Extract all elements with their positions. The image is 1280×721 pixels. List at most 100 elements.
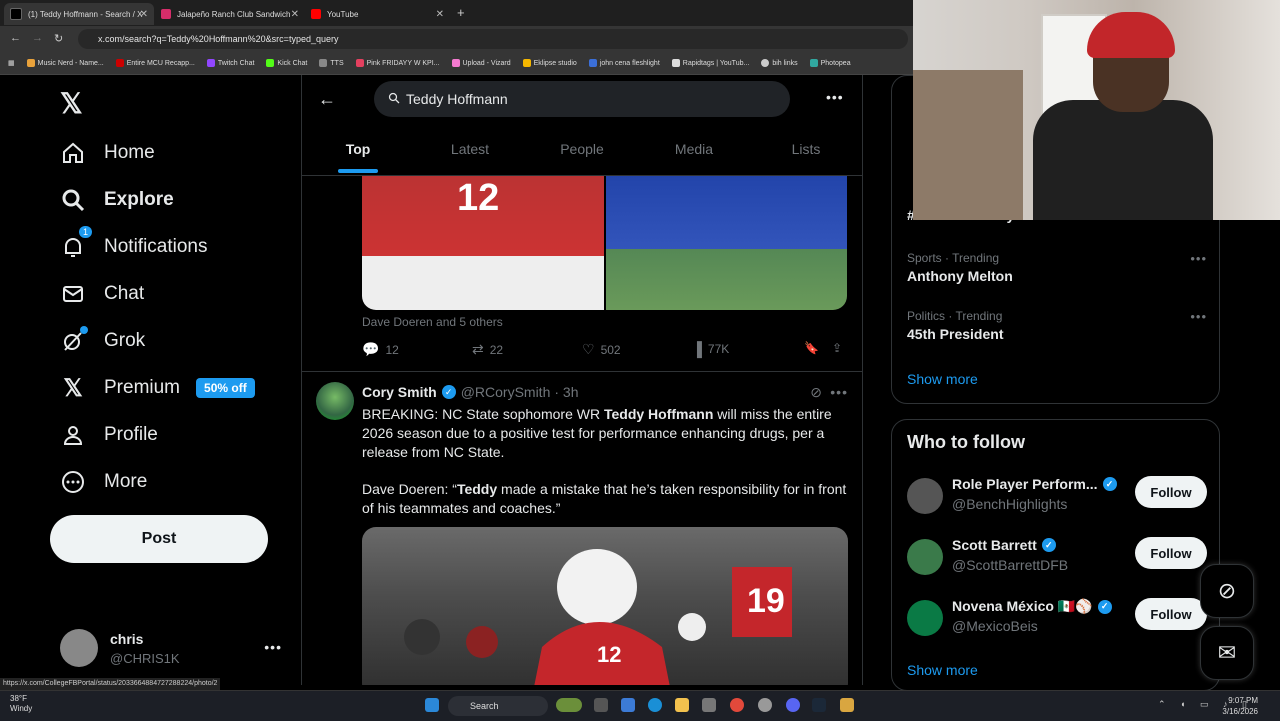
tweet-photo[interactable]: 19 12 bbox=[362, 527, 848, 685]
clock[interactable]: 9:07 PM 3/16/2026 bbox=[1222, 695, 1258, 717]
nav-more[interactable]: More bbox=[60, 462, 147, 502]
more-icon[interactable]: ••• bbox=[826, 89, 844, 105]
account-handle: @CHRIS1K bbox=[110, 651, 180, 666]
nav-premium[interactable]: 𝕏 Premium 50% off bbox=[60, 368, 255, 408]
post-photo[interactable]: 12 bbox=[362, 175, 604, 310]
previous-post-media[interactable]: 12 bbox=[362, 175, 847, 310]
back-button[interactable]: ← bbox=[10, 32, 21, 44]
file-explorer-icon[interactable] bbox=[675, 698, 689, 712]
like-button[interactable]: ♡ 502 bbox=[582, 341, 621, 358]
bookmark[interactable]: Pink FRIDAYY W KPI... bbox=[355, 59, 440, 67]
obs-icon[interactable] bbox=[758, 698, 772, 712]
bookmark[interactable]: bih links bbox=[761, 59, 798, 67]
avatar[interactable] bbox=[907, 539, 943, 575]
back-arrow-icon[interactable]: ← bbox=[318, 89, 336, 110]
copilot-icon[interactable] bbox=[621, 698, 635, 712]
more-icon[interactable]: ••• bbox=[1190, 309, 1207, 324]
forward-button[interactable]: → bbox=[32, 32, 43, 44]
account-switcher[interactable]: chris @CHRIS1K ••• bbox=[60, 627, 290, 671]
bookmark[interactable]: Rapidtags | YouTub... bbox=[671, 59, 749, 67]
follow-suggestion[interactable]: Role Player Perform... ✓ @BenchHighlights… bbox=[907, 476, 1207, 520]
store-icon[interactable] bbox=[702, 698, 716, 712]
post-photo[interactable] bbox=[606, 175, 847, 310]
messages-float-icon[interactable]: ✉ bbox=[1200, 626, 1254, 680]
taskbar-search[interactable]: Search bbox=[448, 696, 548, 716]
suggestion-name[interactable]: Novena México 🇲🇽⚾ bbox=[952, 598, 1093, 615]
nav-home[interactable]: Home bbox=[60, 133, 155, 173]
bookmark[interactable]: Music Nerd - Name... bbox=[26, 59, 104, 67]
chrome-icon[interactable] bbox=[730, 698, 744, 712]
show-more-trends-link[interactable]: Show more bbox=[907, 371, 978, 387]
close-tab-icon[interactable]: ✕ bbox=[291, 9, 299, 20]
bookmark[interactable]: Photopea bbox=[809, 59, 851, 67]
grok-float-icon[interactable]: ⊘ bbox=[1200, 564, 1254, 618]
more-icon[interactable]: ••• bbox=[1190, 251, 1207, 266]
follow-suggestion[interactable]: Scott Barrett ✓ @ScottBarrettDFB Follow bbox=[907, 537, 1207, 581]
url-field[interactable]: x.com/search?q=Teddy%20Hoffmann%20&src=t… bbox=[78, 29, 908, 49]
follow-button[interactable]: Follow bbox=[1135, 476, 1207, 508]
steam-icon[interactable] bbox=[812, 698, 826, 712]
tagged-users-caption[interactable]: Dave Doeren and 5 others bbox=[362, 315, 503, 329]
discord-icon[interactable] bbox=[786, 698, 800, 712]
browser-tab-recipe[interactable]: Jalapeño Ranch Club Sandwich ✕ bbox=[155, 3, 305, 25]
search-input[interactable]: Teddy Hoffmann bbox=[374, 81, 790, 117]
tweet[interactable]: Cory Smith ✓ @RCorySmith · 3h ⊘ ••• BREA… bbox=[302, 372, 862, 685]
nav-grok[interactable]: Grok bbox=[60, 321, 145, 361]
person-icon bbox=[60, 422, 86, 448]
bookmark[interactable]: Upload - Vizard bbox=[451, 59, 511, 67]
bookmark[interactable]: Eklipse studio bbox=[522, 59, 577, 67]
new-tab-button[interactable]: + bbox=[457, 5, 465, 20]
follow-button[interactable]: Follow bbox=[1135, 537, 1207, 569]
avatar[interactable] bbox=[316, 382, 354, 420]
close-tab-icon[interactable]: ✕ bbox=[140, 9, 148, 20]
nav-explore[interactable]: Explore bbox=[60, 180, 174, 220]
browser-tab-youtube[interactable]: YouTube ✕ bbox=[305, 3, 450, 25]
share-icon[interactable]: ⇪ bbox=[832, 341, 842, 355]
follow-button[interactable]: Follow bbox=[1135, 598, 1207, 630]
show-more-follow-link[interactable]: Show more bbox=[907, 662, 978, 678]
post-button[interactable]: Post bbox=[50, 515, 268, 563]
follow-suggestion[interactable]: Novena México 🇲🇽⚾ ✓ @MexicoBeis Follow bbox=[907, 598, 1207, 642]
suggestion-name[interactable]: Scott Barrett bbox=[952, 537, 1037, 553]
nav-profile[interactable]: Profile bbox=[60, 415, 158, 455]
trend-item[interactable]: Politics · Trending 45th President ••• bbox=[907, 309, 1207, 342]
apps-icon[interactable]: ▦ bbox=[8, 59, 15, 67]
reload-button[interactable]: ↻ bbox=[54, 32, 63, 45]
views-button[interactable]: ▐ 77K bbox=[692, 341, 729, 357]
tab-top[interactable]: Top bbox=[302, 129, 414, 175]
bookmark[interactable]: Entire MCU Recapp... bbox=[115, 59, 195, 67]
browser-tab-x-search[interactable]: (1) Teddy Hoffmann - Search / X ✕ bbox=[4, 3, 154, 25]
avatar[interactable] bbox=[907, 600, 943, 636]
reply-button[interactable]: 💬 12 bbox=[362, 341, 399, 358]
tab-lists[interactable]: Lists bbox=[750, 129, 862, 175]
edge-icon[interactable] bbox=[648, 698, 662, 712]
folder-icon[interactable] bbox=[840, 698, 854, 712]
more-icon[interactable]: ••• bbox=[264, 639, 282, 655]
nav-notifications[interactable]: 1 Notifications bbox=[60, 226, 208, 267]
heart-icon: ♡ bbox=[582, 341, 595, 357]
trend-item[interactable]: Sports · Trending Anthony Melton ••• bbox=[907, 251, 1207, 284]
author-name[interactable]: Cory Smith bbox=[362, 384, 437, 400]
tab-latest[interactable]: Latest bbox=[414, 129, 526, 175]
bookmark[interactable]: Kick Chat bbox=[266, 59, 307, 67]
grok-icon[interactable]: ⊘ bbox=[810, 384, 822, 401]
bookmark[interactable]: TTS bbox=[319, 59, 344, 67]
author-handle[interactable]: @RCorySmith bbox=[461, 384, 551, 400]
bookmark[interactable]: john cena fleshlight bbox=[588, 59, 660, 67]
nav-chat[interactable]: Chat bbox=[60, 274, 144, 314]
timestamp[interactable]: · 3h bbox=[554, 384, 578, 400]
repost-button[interactable]: ⇄ 22 bbox=[472, 341, 503, 358]
task-view-icon[interactable] bbox=[594, 698, 608, 712]
tab-media[interactable]: Media bbox=[638, 129, 750, 175]
bookmark[interactable]: Twitch Chat bbox=[206, 59, 254, 67]
avatar[interactable] bbox=[907, 478, 943, 514]
close-tab-icon[interactable]: ✕ bbox=[436, 9, 444, 20]
bookmark-icon[interactable]: 🔖 bbox=[804, 341, 819, 355]
widgets-icon[interactable] bbox=[556, 698, 582, 712]
start-icon[interactable] bbox=[425, 698, 439, 712]
suggestion-name[interactable]: Role Player Perform... bbox=[952, 476, 1098, 492]
more-icon[interactable]: ••• bbox=[830, 384, 848, 400]
weather-widget[interactable]: 38°F Windy bbox=[10, 694, 32, 714]
x-logo-icon[interactable]: 𝕏 bbox=[60, 87, 83, 120]
tab-people[interactable]: People bbox=[526, 129, 638, 175]
